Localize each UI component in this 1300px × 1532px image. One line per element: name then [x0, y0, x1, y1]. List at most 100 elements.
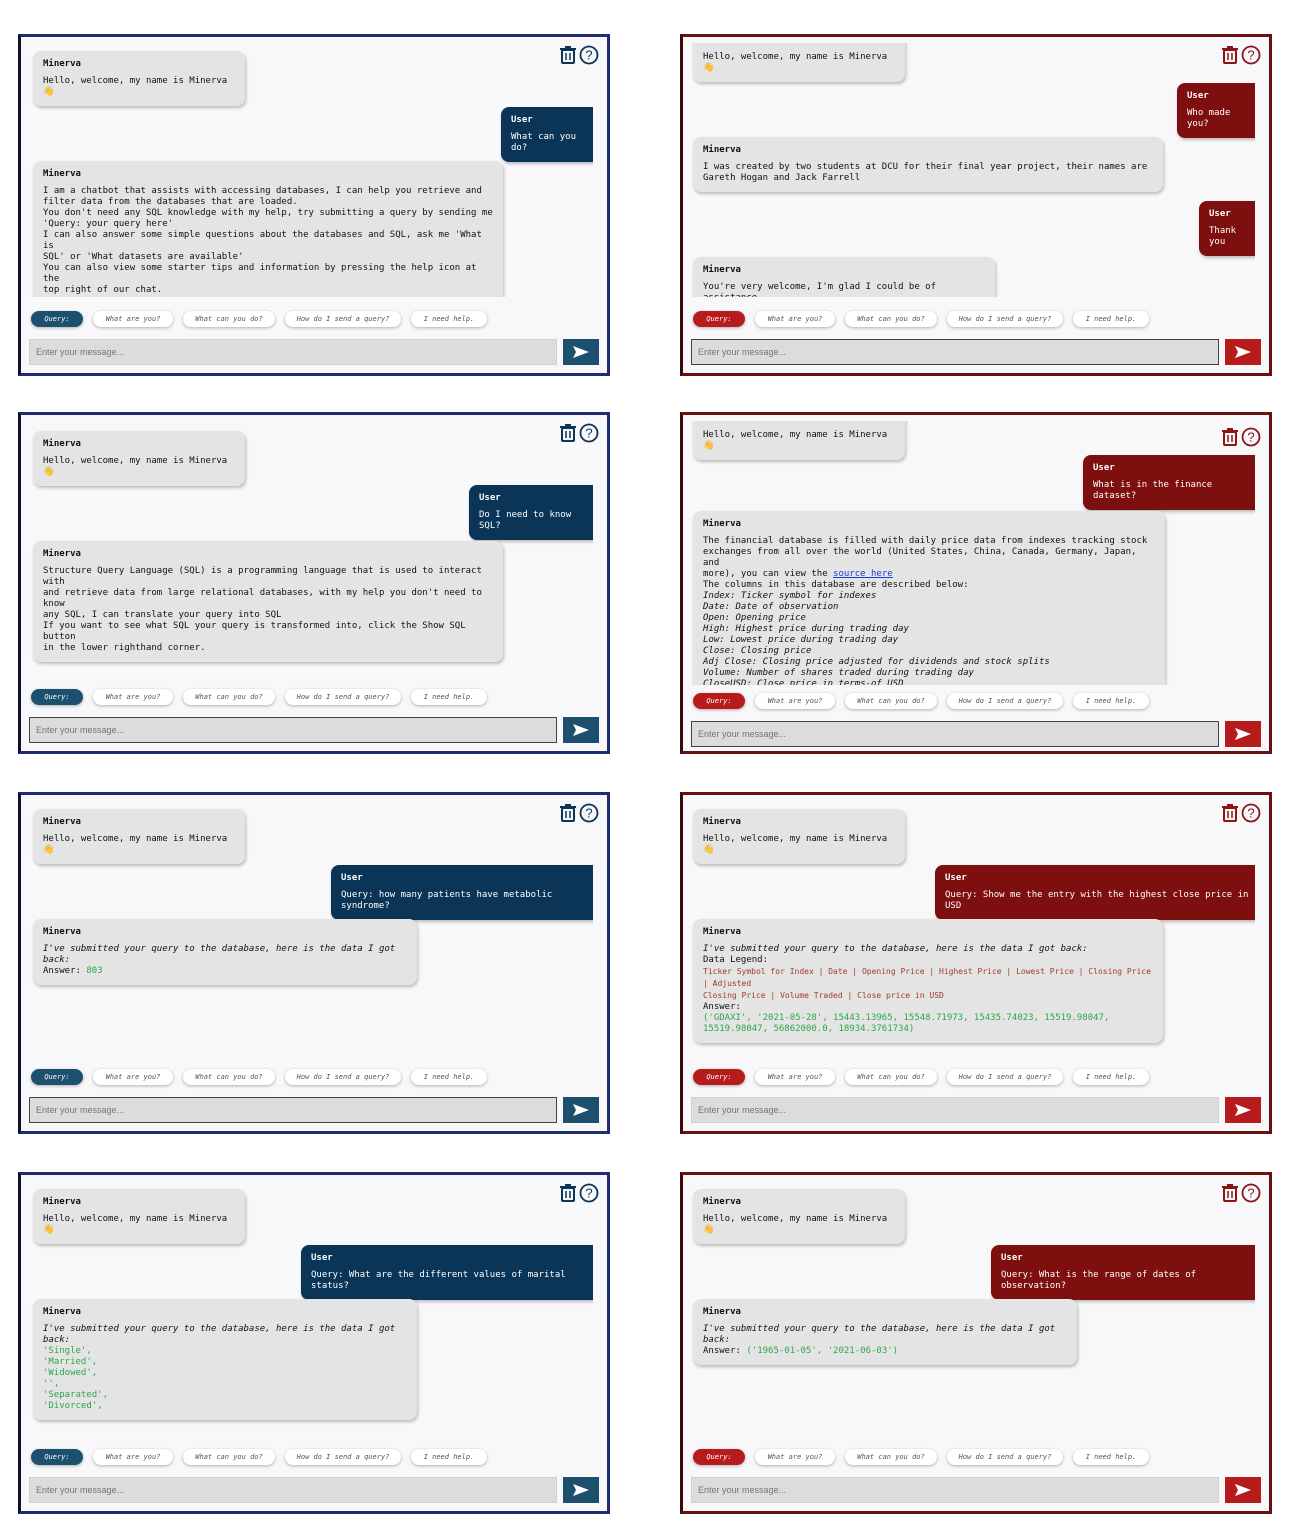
chip-query[interactable]: Query:: [693, 311, 745, 327]
chip-how-send-query[interactable]: How do I send a query?: [947, 1449, 1063, 1465]
chip-how-send-query[interactable]: How do I send a query?: [285, 1069, 401, 1085]
chip-how-send-query[interactable]: How do I send a query?: [947, 1069, 1063, 1085]
chip-what-are-you[interactable]: What are you?: [755, 693, 835, 709]
chip-what-can-you-do[interactable]: What can you do?: [183, 689, 275, 705]
user-message: User Query: What are the different values…: [301, 1245, 593, 1300]
sender-name: Minerva: [703, 265, 741, 275]
chip-need-help[interactable]: I need help.: [411, 1449, 487, 1465]
message-input[interactable]: [29, 339, 557, 365]
chip-what-can-you-do[interactable]: What can you do?: [183, 1449, 275, 1465]
chip-what-are-you[interactable]: What are you?: [93, 311, 173, 327]
chip-query[interactable]: Query:: [31, 689, 83, 705]
chat-panel: ? MinervaHello, welcome, my name is Mine…: [18, 792, 610, 1134]
chip-how-send-query[interactable]: How do I send a query?: [285, 311, 401, 327]
chip-what-are-you[interactable]: What are you?: [93, 1069, 173, 1085]
chip-what-are-you[interactable]: What are you?: [93, 1449, 173, 1465]
source-link[interactable]: source here: [833, 569, 893, 579]
send-button[interactable]: [1225, 1097, 1261, 1123]
message-input[interactable]: [29, 1477, 557, 1503]
chip-need-help[interactable]: I need help.: [411, 689, 487, 705]
chip-query[interactable]: Query:: [693, 1449, 745, 1465]
bot-message: Minerva You're very welcome, I'm glad I c…: [693, 257, 995, 297]
sender-name: User: [1187, 91, 1209, 101]
chat-panel: ? MinervaHello, welcome, my name is Mine…: [18, 412, 610, 754]
chip-how-send-query[interactable]: How do I send a query?: [947, 311, 1063, 327]
chip-need-help[interactable]: I need help.: [411, 311, 487, 327]
message-text: You're very welcome, I'm glad I could be…: [703, 282, 936, 297]
chip-query[interactable]: Query:: [31, 1449, 83, 1465]
message-input[interactable]: [691, 339, 1219, 365]
sender-name: Minerva: [703, 421, 895, 424]
paper-plane-icon: [1235, 728, 1251, 740]
chip-how-send-query[interactable]: How do I send a query?: [285, 689, 401, 705]
chip-what-can-you-do[interactable]: What can you do?: [845, 693, 937, 709]
chip-query[interactable]: Query:: [31, 1069, 83, 1085]
chat-panel: ? MinervaHello, welcome, my name is Mine…: [680, 1172, 1272, 1514]
answer-label: Answer:: [703, 1346, 747, 1356]
bot-message: Minerva Hello, welcome, my name is Minerv…: [33, 1189, 245, 1244]
answer-value: 803: [86, 966, 103, 976]
sender-name: Minerva: [703, 927, 741, 937]
chip-need-help[interactable]: I need help.: [411, 1069, 487, 1085]
message-text: Do I need to know SQL?: [479, 510, 577, 531]
chip-what-can-you-do[interactable]: What can you do?: [845, 1449, 937, 1465]
chip-what-are-you[interactable]: What are you?: [755, 1069, 835, 1085]
chip-how-send-query[interactable]: How do I send a query?: [285, 1449, 401, 1465]
chip-what-can-you-do[interactable]: What can you do?: [183, 311, 275, 327]
chip-what-are-you[interactable]: What are you?: [93, 689, 173, 705]
sender-name: User: [311, 1253, 333, 1263]
send-button[interactable]: [563, 1097, 599, 1123]
message-list: Minerva Hello, welcome, my name is Minerv…: [689, 1181, 1255, 1435]
send-button[interactable]: [563, 717, 599, 743]
message-text: I am a chatbot that assists with accessi…: [43, 186, 493, 295]
chip-need-help[interactable]: I need help.: [1073, 693, 1149, 709]
chip-need-help[interactable]: I need help.: [1073, 1449, 1149, 1465]
chip-what-are-you[interactable]: What are you?: [755, 1449, 835, 1465]
chip-query[interactable]: Query:: [693, 1069, 745, 1085]
message-input[interactable]: [29, 717, 557, 743]
chip-how-send-query[interactable]: How do I send a query?: [947, 693, 1063, 709]
send-button[interactable]: [1225, 339, 1261, 365]
sender-name: Minerva: [703, 519, 741, 529]
sender-name: Minerva: [43, 1197, 81, 1207]
message-input[interactable]: [691, 721, 1219, 747]
send-button[interactable]: [1225, 721, 1261, 747]
message-text: I was created by two students at DCU for…: [703, 162, 1148, 183]
message-text: What can you do?: [511, 132, 582, 153]
message-input[interactable]: [691, 1477, 1219, 1503]
paper-plane-icon: [573, 1104, 589, 1116]
send-button[interactable]: [563, 339, 599, 365]
chat-panel: ? MinervaHello, welcome, my name is Mine…: [18, 34, 610, 376]
suggestion-chips: Query: What are you? What can you do? Ho…: [31, 311, 487, 327]
bot-message: Minerva I've submitted your query to the …: [693, 919, 1163, 1043]
chip-need-help[interactable]: I need help.: [1073, 1069, 1149, 1085]
column-descriptions: Index: Ticker symbol for indexes Date: D…: [703, 591, 1050, 685]
suggestion-chips: Query: What are you? What can you do? Ho…: [31, 1449, 487, 1465]
message-text: Query: What are the different values of …: [311, 1270, 572, 1291]
message-text: The columns in this database are describ…: [703, 580, 969, 590]
chat-panel: ? MinervaHello, welcome, my name is Mine…: [680, 412, 1272, 754]
message-text: Hello, welcome, my name is Minerva 👋: [703, 52, 893, 73]
chip-what-can-you-do[interactable]: What can you do?: [845, 1069, 937, 1085]
sender-name: User: [1001, 1253, 1023, 1263]
sender-name: Minerva: [703, 145, 741, 155]
suggestion-chips: Query: What are you? What can you do? Ho…: [31, 1069, 487, 1085]
message-text: Query: how many patients have metabolic …: [341, 890, 558, 911]
message-input[interactable]: [691, 1097, 1219, 1123]
message-input[interactable]: [29, 1097, 557, 1123]
message-text: Hello, welcome, my name is Minerva 👋: [43, 76, 233, 97]
send-button[interactable]: [563, 1477, 599, 1503]
bot-message: Minerva Structure Query Language (SQL) is…: [33, 541, 503, 662]
user-message: User What can you do?: [501, 107, 593, 162]
message-list: Minerva Hello, welcome, my name is Minerv…: [27, 1181, 593, 1435]
chip-query[interactable]: Query:: [693, 693, 745, 709]
chip-query[interactable]: Query:: [31, 311, 83, 327]
chip-need-help[interactable]: I need help.: [1073, 311, 1149, 327]
message-text: I've submitted your query to the databas…: [43, 944, 401, 965]
sender-name: Minerva: [43, 549, 81, 559]
chip-what-can-you-do[interactable]: What can you do?: [183, 1069, 275, 1085]
send-button[interactable]: [1225, 1477, 1261, 1503]
chip-what-can-you-do[interactable]: What can you do?: [845, 311, 937, 327]
message-list: Minerva Hello, welcome, my name is Minerv…: [689, 421, 1255, 685]
chip-what-are-you[interactable]: What are you?: [755, 311, 835, 327]
